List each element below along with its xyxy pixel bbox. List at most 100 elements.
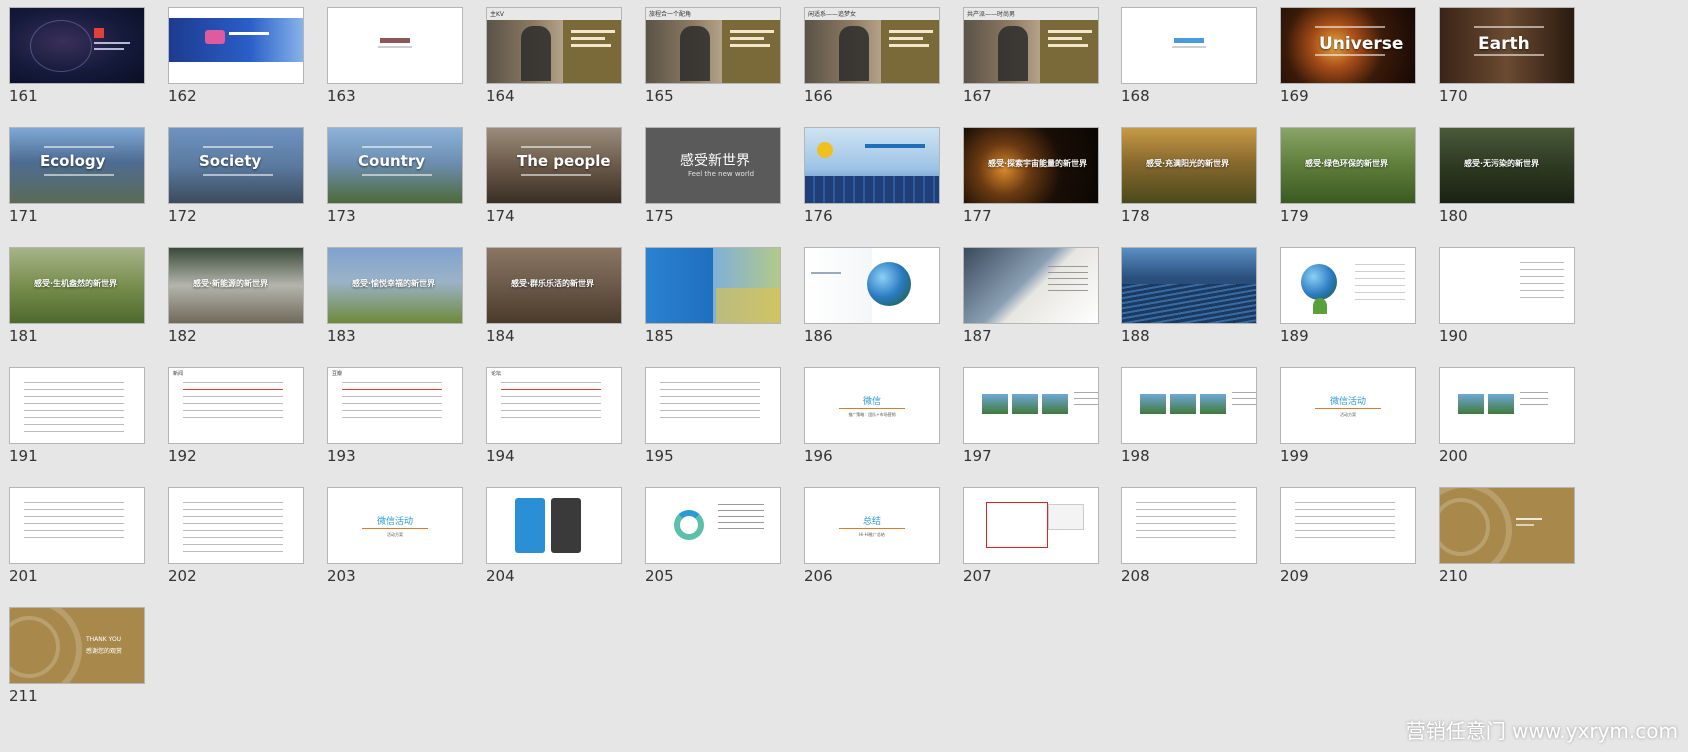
- slide-thumbnail[interactable]: 208: [1121, 487, 1259, 585]
- slide-preview[interactable]: [645, 487, 781, 564]
- slide-thumbnail[interactable]: 191: [9, 367, 147, 465]
- slide-thumbnail[interactable]: 198: [1121, 367, 1259, 465]
- slide-thumbnail[interactable]: 感受·群乐乐活的新世界 184: [486, 247, 624, 345]
- slide-preview[interactable]: [1121, 7, 1257, 84]
- slide-thumbnail[interactable]: 共产派——时尚男 167: [963, 7, 1101, 105]
- slide-preview[interactable]: Society: [168, 127, 304, 204]
- slide-thumbnail[interactable]: 186: [804, 247, 942, 345]
- slide-thumbnail[interactable]: 新闻 192: [168, 367, 306, 465]
- slide-thumbnail[interactable]: 豆瓣 193: [327, 367, 465, 465]
- slide-thumbnail[interactable]: The people 174: [486, 127, 624, 225]
- slide-preview[interactable]: [1280, 247, 1416, 324]
- slide-thumbnail[interactable]: 197: [963, 367, 1101, 465]
- slide-preview[interactable]: 新闻: [168, 367, 304, 444]
- slide-preview[interactable]: [1121, 367, 1257, 444]
- slide-preview[interactable]: 感受·生机盎然的新世界: [9, 247, 145, 324]
- slide-thumbnail[interactable]: 189: [1280, 247, 1418, 345]
- slide-preview[interactable]: [963, 487, 1099, 564]
- slide-preview[interactable]: 感受·无污染的新世界: [1439, 127, 1575, 204]
- slide-thumbnail[interactable]: Society 172: [168, 127, 306, 225]
- slide-preview[interactable]: 总结 Hi-Hi推广总结: [804, 487, 940, 564]
- slide-thumbnail[interactable]: Ecology 171: [9, 127, 147, 225]
- slide-preview[interactable]: 感受·绿色环保的新世界: [1280, 127, 1416, 204]
- slide-thumbnail[interactable]: 感受·绿色环保的新世界 179: [1280, 127, 1418, 225]
- slide-preview[interactable]: [1439, 487, 1575, 564]
- slide-preview[interactable]: [963, 247, 1099, 324]
- slide-preview[interactable]: [327, 7, 463, 84]
- slide-thumbnail[interactable]: 感受·无污染的新世界 180: [1439, 127, 1577, 225]
- slide-thumbnail[interactable]: 190: [1439, 247, 1577, 345]
- slide-thumbnail[interactable]: Country 173: [327, 127, 465, 225]
- slide-thumbnail[interactable]: 209: [1280, 487, 1418, 585]
- slide-preview[interactable]: 微信 推广策略：团队+市场营销: [804, 367, 940, 444]
- slide-preview[interactable]: [9, 7, 145, 84]
- slide-thumbnail[interactable]: 微信 推广策略：团队+市场营销 196: [804, 367, 942, 465]
- slide-thumbnail[interactable]: 195: [645, 367, 783, 465]
- slide-thumbnail[interactable]: 微信活动 活动方案 203: [327, 487, 465, 585]
- slide-thumbnail[interactable]: THANK YOU 感谢您的观赏 211: [9, 607, 147, 705]
- slide-preview[interactable]: The people: [486, 127, 622, 204]
- slide-thumbnail[interactable]: 感受·新能源的新世界 182: [168, 247, 306, 345]
- slide-preview[interactable]: 论坛: [486, 367, 622, 444]
- slide-preview[interactable]: 感受·充满阳光的新世界: [1121, 127, 1257, 204]
- slide-preview[interactable]: [645, 367, 781, 444]
- slide-preview[interactable]: 感受·新能源的新世界: [168, 247, 304, 324]
- slide-thumbnail[interactable]: 200: [1439, 367, 1577, 465]
- slide-thumbnail[interactable]: 205: [645, 487, 783, 585]
- slide-thumbnail[interactable]: 感受·充满阳光的新世界 178: [1121, 127, 1259, 225]
- slide-preview[interactable]: THANK YOU 感谢您的观赏: [9, 607, 145, 684]
- slide-thumbnail[interactable]: 感受·生机盎然的新世界 181: [9, 247, 147, 345]
- slide-preview[interactable]: 感受·探索宇宙能量的新世界: [963, 127, 1099, 204]
- slide-preview[interactable]: 共产派——时尚男: [963, 7, 1099, 84]
- slide-thumbnail[interactable]: 感受新世界 Feel the new world 175: [645, 127, 783, 225]
- slide-thumbnail[interactable]: 161: [9, 7, 147, 105]
- slide-preview[interactable]: 感受新世界 Feel the new world: [645, 127, 781, 204]
- slide-preview[interactable]: 主KV: [486, 7, 622, 84]
- slide-thumbnail[interactable]: 207: [963, 487, 1101, 585]
- slide-preview[interactable]: [9, 367, 145, 444]
- slide-thumbnail[interactable]: Universe 169: [1280, 7, 1418, 105]
- slide-preview[interactable]: 感受·愉悦幸福的新世界: [327, 247, 463, 324]
- slide-thumbnail[interactable]: 202: [168, 487, 306, 585]
- slide-thumbnail[interactable]: 204: [486, 487, 624, 585]
- slide-thumbnail[interactable]: 主KV 164: [486, 7, 624, 105]
- slide-thumbnail[interactable]: 闲适系——追梦女 166: [804, 7, 942, 105]
- slide-preview[interactable]: [1439, 367, 1575, 444]
- slide-preview[interactable]: 感受·群乐乐活的新世界: [486, 247, 622, 324]
- slide-thumbnail[interactable]: Earth 170: [1439, 7, 1577, 105]
- slide-thumbnail[interactable]: 总结 Hi-Hi推广总结 206: [804, 487, 942, 585]
- slide-thumbnail[interactable]: 163: [327, 7, 465, 105]
- slide-preview[interactable]: [804, 127, 940, 204]
- slide-thumbnail[interactable]: 201: [9, 487, 147, 585]
- slide-thumbnail[interactable]: 感受·探索宇宙能量的新世界 177: [963, 127, 1101, 225]
- slide-thumbnail[interactable]: 187: [963, 247, 1101, 345]
- slide-thumbnail[interactable]: 旅程合一个配角 165: [645, 7, 783, 105]
- slide-preview[interactable]: [1121, 247, 1257, 324]
- slide-thumbnail[interactable]: 210: [1439, 487, 1577, 585]
- slide-preview[interactable]: 闲适系——追梦女: [804, 7, 940, 84]
- slide-preview[interactable]: [645, 247, 781, 324]
- slide-preview[interactable]: [1280, 487, 1416, 564]
- slide-thumbnail[interactable]: 185: [645, 247, 783, 345]
- slide-thumbnail[interactable]: 188: [1121, 247, 1259, 345]
- slide-thumbnail[interactable]: 微信活动 活动方案 199: [1280, 367, 1418, 465]
- slide-preview[interactable]: Earth: [1439, 7, 1575, 84]
- slide-preview[interactable]: 微信活动 活动方案: [327, 487, 463, 564]
- slide-thumbnail[interactable]: 论坛 194: [486, 367, 624, 465]
- slide-preview[interactable]: [1439, 247, 1575, 324]
- slide-preview[interactable]: 旅程合一个配角: [645, 7, 781, 84]
- slide-preview[interactable]: [9, 487, 145, 564]
- slide-preview[interactable]: 豆瓣: [327, 367, 463, 444]
- slide-preview[interactable]: 微信活动 活动方案: [1280, 367, 1416, 444]
- slide-preview[interactable]: [486, 487, 622, 564]
- slide-preview[interactable]: Ecology: [9, 127, 145, 204]
- slide-preview[interactable]: [1121, 487, 1257, 564]
- slide-thumbnail[interactable]: 176: [804, 127, 942, 225]
- slide-preview[interactable]: Country: [327, 127, 463, 204]
- slide-thumbnail[interactable]: 感受·愉悦幸福的新世界 183: [327, 247, 465, 345]
- slide-preview[interactable]: Universe: [1280, 7, 1416, 84]
- slide-preview[interactable]: [963, 367, 1099, 444]
- slide-preview[interactable]: [804, 247, 940, 324]
- slide-preview[interactable]: [168, 487, 304, 564]
- slide-thumbnail[interactable]: 162: [168, 7, 306, 105]
